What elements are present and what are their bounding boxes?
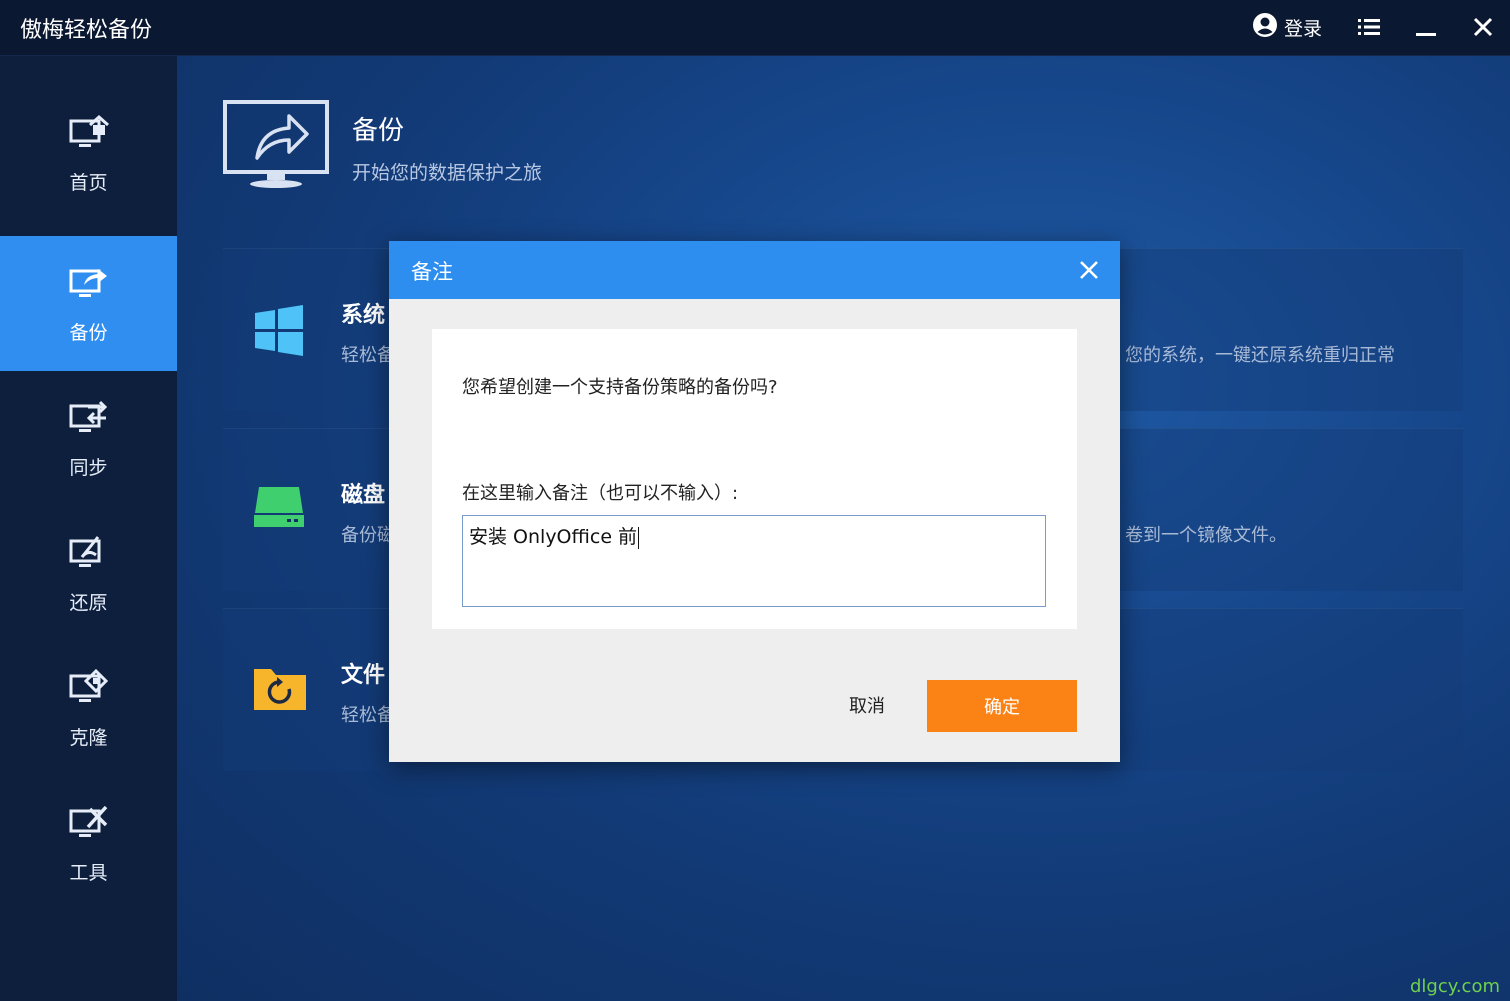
cancel-button[interactable]: 取消 <box>827 679 907 731</box>
app-title: 傲梅轻松备份 <box>20 18 153 43</box>
note-label: 在这里输入备注（也可以不输入）: <box>462 483 739 504</box>
backup-monitor-icon <box>68 263 110 318</box>
tools-monitor-icon <box>68 803 110 858</box>
sidebar-item-label: 同步 <box>69 456 108 479</box>
dialog-question: 您希望创建一个支持备份策略的备份吗? <box>462 377 778 398</box>
sidebar-item-restore[interactable]: 还原 <box>0 506 177 641</box>
sidebar-item-label: 备份 <box>69 321 108 344</box>
title-bar: 傲梅轻松备份 登录 <box>0 0 1510 56</box>
sidebar-item-label: 工具 <box>69 861 108 884</box>
restore-monitor-icon <box>68 533 110 588</box>
sidebar-item-label: 首页 <box>69 171 108 194</box>
backup-monitor-large-icon <box>223 100 331 194</box>
sidebar: 首页 备份 同步 还原 克隆 工具 <box>0 56 177 1001</box>
card-title: 系统 <box>341 303 386 328</box>
card-title: 磁盘 <box>341 483 386 508</box>
text-caret <box>638 526 640 549</box>
sidebar-item-clone[interactable]: 克隆 <box>0 641 177 776</box>
page-title: 备份 <box>352 116 405 146</box>
clone-monitor-icon <box>68 668 110 723</box>
watermark: dlgcy.com <box>1410 976 1500 997</box>
sync-monitor-icon <box>68 398 110 453</box>
login-button[interactable]: 登录 <box>1252 12 1322 43</box>
home-monitor-icon <box>68 113 110 168</box>
card-desc-tail: 您的系统，一键还原系统重归正常 <box>1125 345 1395 366</box>
sidebar-item-backup[interactable]: 备份 <box>0 236 177 371</box>
disk-icon <box>253 485 305 533</box>
card-desc-tail: 卷到一个镜像文件。 <box>1125 525 1287 546</box>
note-input-value: 安装 OnlyOffice 前 <box>469 526 638 548</box>
dialog-header: 备注 <box>389 241 1120 299</box>
login-label: 登录 <box>1284 18 1323 40</box>
dialog-title: 备注 <box>411 260 453 284</box>
card-desc: 轻松备 <box>341 705 395 726</box>
windows-icon <box>253 305 305 361</box>
folder-sync-icon <box>253 665 307 715</box>
note-dialog: 备注 您希望创建一个支持备份策略的备份吗? 在这里输入备注（也可以不输入）: 安… <box>389 241 1120 762</box>
note-input[interactable]: 安装 OnlyOffice 前 <box>462 515 1046 607</box>
sidebar-item-label: 克隆 <box>69 726 108 749</box>
minimize-icon[interactable] <box>1409 10 1443 44</box>
user-avatar-icon <box>1252 12 1278 43</box>
sidebar-item-home[interactable]: 首页 <box>0 86 177 221</box>
close-icon[interactable] <box>1466 10 1500 44</box>
card-desc: 轻松备 <box>341 345 395 366</box>
sidebar-item-tools[interactable]: 工具 <box>0 776 177 911</box>
card-title: 文件 <box>341 663 386 688</box>
ok-button[interactable]: 确定 <box>927 680 1077 732</box>
close-icon[interactable] <box>1074 255 1104 285</box>
page-subtitle: 开始您的数据保护之旅 <box>352 162 543 184</box>
menu-icon[interactable] <box>1352 10 1386 44</box>
sidebar-item-label: 还原 <box>69 591 108 614</box>
card-desc: 备份磁 <box>341 525 395 546</box>
dialog-body: 您希望创建一个支持备份策略的备份吗? 在这里输入备注（也可以不输入）: 安装 O… <box>432 329 1077 629</box>
sidebar-item-sync[interactable]: 同步 <box>0 371 177 506</box>
